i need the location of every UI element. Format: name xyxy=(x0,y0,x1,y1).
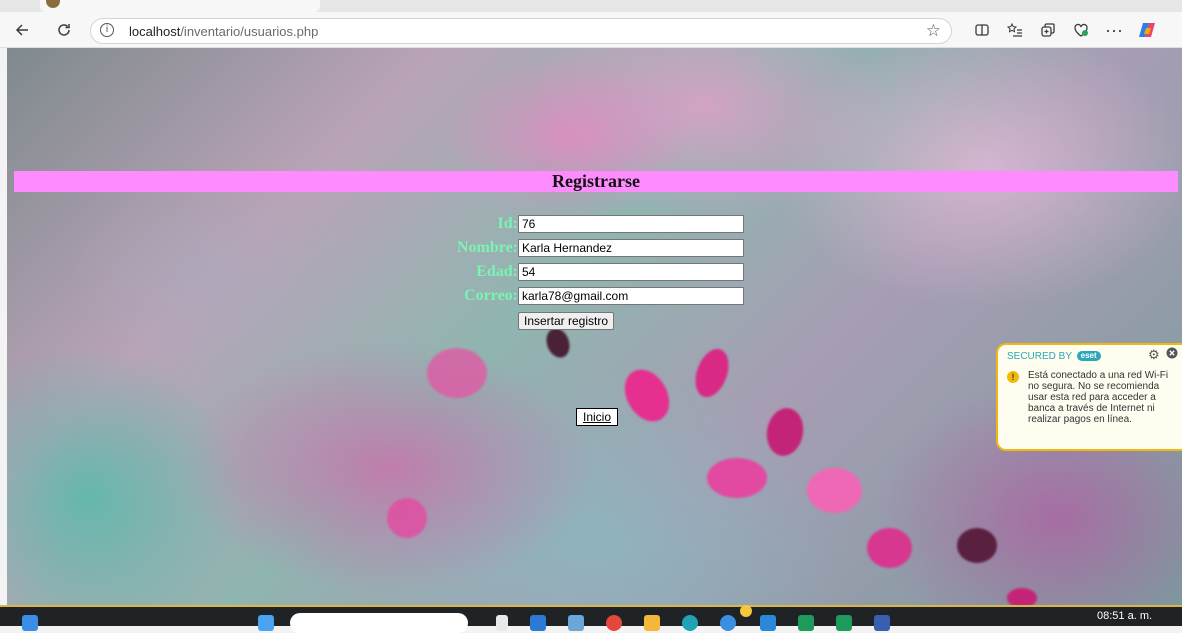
browser-essentials-icon[interactable] xyxy=(1069,18,1093,42)
background-flower xyxy=(867,528,912,568)
background-flower xyxy=(387,498,427,538)
eset-message: Está conectado a una red Wi-Fi no segura… xyxy=(1028,370,1169,425)
active-tab[interactable] xyxy=(40,0,320,12)
id-input[interactable] xyxy=(518,215,744,233)
form-row-nombre: Nombre: xyxy=(387,238,807,258)
vscode-icon[interactable] xyxy=(760,615,776,631)
insert-record-button[interactable]: Insertar registro xyxy=(518,312,615,330)
eset-logo: eset xyxy=(1076,351,1101,361)
background-flower xyxy=(689,344,735,402)
store-icon[interactable] xyxy=(568,615,584,631)
eset-notification: SECURED BY eset ⚙ ! Está conectado a una… xyxy=(996,343,1182,451)
secured-by-label: SECURED BY xyxy=(1007,351,1072,362)
page-viewport: Registrarse Id: Nombre: Edad: Correo: In… xyxy=(7,48,1182,605)
background-flower xyxy=(707,458,767,498)
browser-toolbar: i localhost/inventario/usuarios.php ☆ ··… xyxy=(0,12,1182,48)
notification-badge-icon xyxy=(740,605,752,617)
split-screen-icon[interactable] xyxy=(970,18,994,42)
background-flower xyxy=(1007,588,1037,605)
background-flower xyxy=(615,361,679,430)
id-label: Id: xyxy=(497,215,518,232)
terminal-icon-2[interactable] xyxy=(836,615,852,631)
nombre-label: Nombre: xyxy=(456,239,518,256)
edge-icon[interactable] xyxy=(530,615,546,631)
widgets-icon[interactable] xyxy=(22,615,38,631)
chrome-icon[interactable] xyxy=(606,615,622,631)
background-flower xyxy=(763,405,807,459)
favicon-icon xyxy=(46,0,60,8)
url-text: localhost/inventario/usuarios.php xyxy=(129,24,318,39)
info-icon[interactable]: i xyxy=(100,23,114,37)
address-bar[interactable]: i localhost/inventario/usuarios.php ☆ xyxy=(90,18,952,44)
folder-icon[interactable] xyxy=(644,615,660,631)
favorites-list-icon[interactable] xyxy=(1003,18,1027,42)
background-flower xyxy=(957,528,997,563)
collections-icon[interactable] xyxy=(1036,18,1060,42)
copilot-icon[interactable] xyxy=(1135,18,1159,42)
taskbar-search[interactable] xyxy=(290,613,468,633)
word-icon[interactable] xyxy=(874,615,890,631)
eset-header: SECURED BY eset xyxy=(1007,351,1101,362)
page-header-bar: Registrarse xyxy=(14,171,1178,192)
correo-input[interactable] xyxy=(518,287,744,305)
clock[interactable]: 08:51 a. m. xyxy=(1097,610,1152,622)
url-host: localhost xyxy=(129,24,181,39)
app-icon-2[interactable] xyxy=(720,615,736,631)
terminal-icon[interactable] xyxy=(798,615,814,631)
gear-icon[interactable]: ⚙ xyxy=(1148,347,1160,363)
form-row-edad: Edad: xyxy=(387,262,807,282)
close-icon[interactable] xyxy=(1166,347,1178,362)
back-arrow-icon[interactable] xyxy=(10,18,34,42)
app-icon[interactable] xyxy=(682,615,698,631)
form-row-id: Id: xyxy=(387,214,807,234)
taskbar: 08:51 a. m. xyxy=(0,605,1182,633)
edad-input[interactable] xyxy=(518,263,744,281)
form-row-correo: Correo: xyxy=(387,286,807,306)
home-link[interactable]: Inicio xyxy=(576,408,619,426)
background-flower xyxy=(427,348,487,398)
background-flower xyxy=(807,468,862,513)
star-icon[interactable]: ☆ xyxy=(926,21,941,41)
tab-strip xyxy=(0,0,1182,12)
edad-label: Edad: xyxy=(476,263,518,280)
url-path: /inventario/usuarios.php xyxy=(180,24,319,39)
reload-icon[interactable] xyxy=(52,18,76,42)
task-view-icon[interactable] xyxy=(496,615,508,631)
start-icon[interactable] xyxy=(258,615,274,631)
warning-icon: ! xyxy=(1007,371,1019,383)
nombre-input[interactable] xyxy=(518,239,744,257)
more-icon[interactable]: ··· xyxy=(1102,18,1126,42)
page-title: Registrarse xyxy=(552,171,640,191)
correo-label: Correo: xyxy=(464,287,518,304)
background-flower xyxy=(542,325,574,361)
